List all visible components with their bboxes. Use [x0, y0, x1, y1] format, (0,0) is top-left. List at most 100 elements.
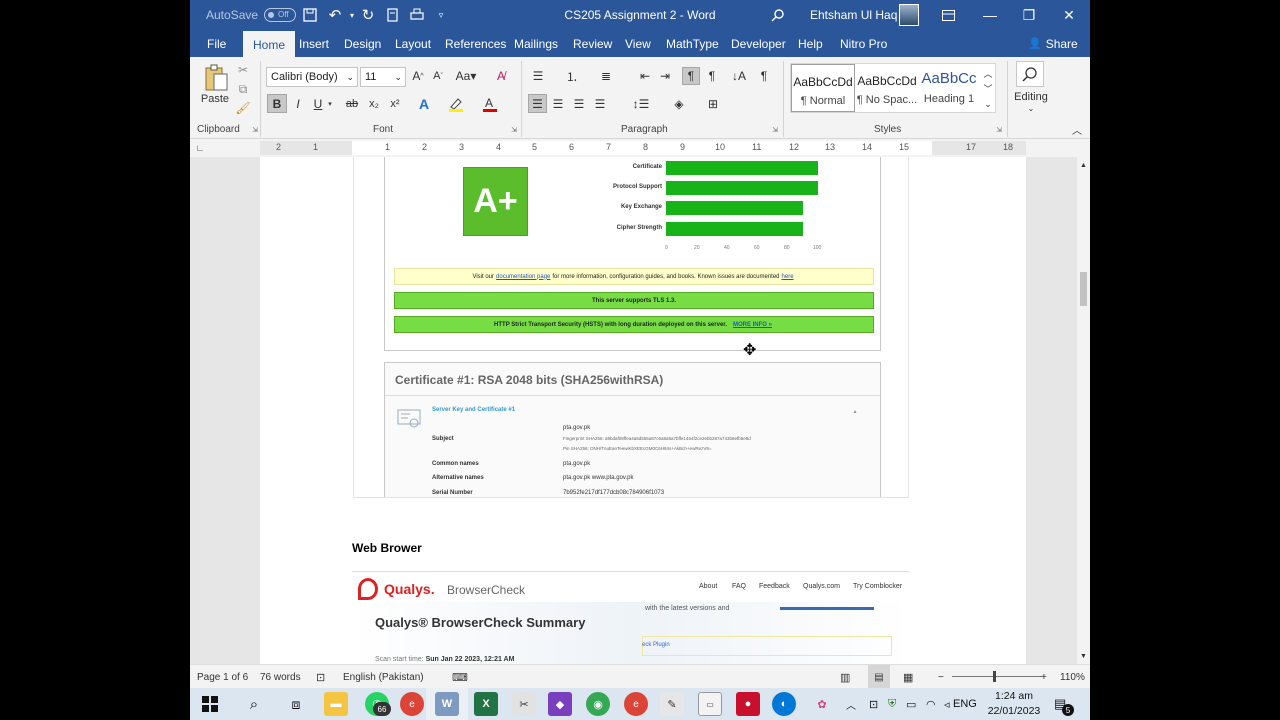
- tab-nitro-pro[interactable]: Nitro Pro: [840, 30, 887, 57]
- file-explorer-icon[interactable]: ▬: [324, 692, 348, 716]
- autosave-toggle[interactable]: AutoSave Off: [206, 0, 297, 30]
- zoom-out-button[interactable]: −: [938, 665, 944, 688]
- font-name-select[interactable]: Calibri (Body) ⌄: [266, 67, 358, 87]
- underline-dropdown-icon[interactable]: ▾: [326, 94, 334, 113]
- subscript-icon[interactable]: x₂: [366, 94, 382, 113]
- qualys-nav-qualys-com[interactable]: Qualys.com: [803, 583, 840, 590]
- text-effects-icon[interactable]: A: [414, 94, 434, 113]
- visual-studio-icon[interactable]: ◆: [548, 692, 572, 716]
- paste-button[interactable]: Paste: [200, 93, 230, 105]
- clipboard-launcher-icon[interactable]: ⇲: [250, 125, 260, 135]
- user-name[interactable]: Ehtsham Ul Haq: [810, 0, 897, 30]
- style-heading-1[interactable]: AaBbCc Heading 1: [919, 64, 979, 112]
- vertical-scrollbar[interactable]: ▲ ▼: [1077, 157, 1090, 664]
- tab-file[interactable]: File: [207, 30, 226, 57]
- wifi-icon[interactable]: ◠: [926, 688, 936, 720]
- close-button[interactable]: ✕: [1049, 0, 1089, 30]
- style-normal[interactable]: AaBbCcDd ¶ Normal: [791, 64, 855, 112]
- edge-icon[interactable]: ◐: [772, 692, 796, 716]
- taskbar-search-icon[interactable]: ⌕: [242, 692, 266, 716]
- font-size-select[interactable]: 11 ⌄: [360, 67, 406, 87]
- bullets-icon[interactable]: ☰: [528, 67, 548, 85]
- shrink-font-icon[interactable]: Aˇ: [430, 67, 446, 85]
- scroll-down-icon[interactable]: ▼: [1078, 651, 1089, 661]
- language-indicator[interactable]: English (Pakistan): [343, 665, 424, 688]
- change-case-icon[interactable]: Aa▾: [454, 67, 478, 85]
- paragraph-launcher-icon[interactable]: ⇲: [770, 125, 780, 135]
- qualys-plugin-link[interactable]: eck Plugin: [642, 642, 670, 648]
- tab-developer[interactable]: Developer: [731, 30, 786, 57]
- hsts-more-info-link[interactable]: MORE INFO »: [733, 322, 772, 328]
- customize-qat-icon[interactable]: ▿: [434, 0, 448, 30]
- undo-dropdown-icon[interactable]: ▾: [347, 0, 357, 30]
- shading-icon[interactable]: ◈: [668, 94, 690, 113]
- chrome-alt-icon[interactable]: e: [624, 692, 648, 716]
- document-area[interactable]: A+ Certificate Protocol Support Key Exch…: [190, 157, 1077, 664]
- undo-icon[interactable]: ↶: [325, 0, 345, 30]
- numbering-icon[interactable]: ⒈: [562, 67, 582, 85]
- tab-help[interactable]: Help: [798, 30, 823, 57]
- restore-button[interactable]: ❐: [1009, 0, 1049, 30]
- known-issues-link[interactable]: here: [782, 274, 794, 280]
- scroll-thumb[interactable]: [1080, 272, 1087, 306]
- rtl-direction-icon[interactable]: ¶: [704, 67, 720, 85]
- qualys-browsercheck-image[interactable]: Qualys. BrowserCheck About FAQ Feedback …: [352, 571, 909, 664]
- security-icon[interactable]: ⛨: [888, 688, 896, 720]
- qualys-nav-try-comblocker[interactable]: Try Comblocker: [853, 583, 902, 590]
- page-count[interactable]: Page 1 of 6: [197, 665, 248, 688]
- borders-icon[interactable]: ⊞: [702, 94, 724, 113]
- align-center-icon[interactable]: ☰: [549, 94, 567, 113]
- editing-button[interactable]: Editing: [1006, 90, 1056, 104]
- tab-view[interactable]: View: [625, 30, 651, 57]
- print-layout-icon[interactable]: ▤: [868, 665, 890, 688]
- styles-scroll-up-icon[interactable]: ︿: [981, 66, 995, 80]
- qualys-nav-feedback[interactable]: Feedback: [759, 583, 790, 590]
- qualys-nav-about[interactable]: About: [699, 583, 717, 590]
- style-no-spacing[interactable]: AaBbCcDd ¶ No Spac...: [855, 64, 919, 112]
- styles-more-icon[interactable]: ⌄: [981, 97, 995, 111]
- styles-launcher-icon[interactable]: ⇲: [994, 125, 1004, 135]
- minimize-button[interactable]: —: [970, 0, 1010, 30]
- collapse-ribbon-icon[interactable]: ︿: [1070, 123, 1084, 137]
- paste-icon[interactable]: [202, 63, 230, 93]
- image-editor-icon[interactable]: ✎: [660, 692, 684, 716]
- save-icon[interactable]: [300, 0, 320, 30]
- battery-icon[interactable]: ▭: [906, 688, 916, 720]
- justify-icon[interactable]: ☰: [591, 94, 609, 113]
- align-right-icon[interactable]: ☰: [570, 94, 588, 113]
- documentation-link[interactable]: documentation page: [496, 274, 550, 280]
- grow-font-icon[interactable]: A ^: [410, 67, 426, 85]
- horizontal-ruler[interactable]: 2 1 1 2 3 4 5 6 7 8 9 10 11 12 13 14 15 …: [260, 141, 1026, 155]
- ribbon-display-options-icon[interactable]: [938, 0, 958, 30]
- word-count[interactable]: 76 words: [260, 665, 301, 688]
- ssl-report-image[interactable]: A+ Certificate Protocol Support Key Exch…: [353, 157, 909, 498]
- collapse-icon[interactable]: ▴: [851, 407, 859, 415]
- zoom-in-button[interactable]: +: [1041, 665, 1047, 688]
- cut-icon[interactable]: ✂: [236, 63, 250, 77]
- tab-mathtype[interactable]: MathType: [666, 30, 719, 57]
- clear-formatting-icon[interactable]: A̸: [492, 67, 510, 85]
- copy-icon[interactable]: ⧉: [236, 82, 250, 96]
- device-icon[interactable]: ⊡: [869, 688, 878, 720]
- zoom-level[interactable]: 110%: [1060, 665, 1085, 688]
- font-color-icon[interactable]: A: [480, 94, 500, 113]
- scroll-up-icon[interactable]: ▲: [1078, 160, 1089, 170]
- autosave-switch[interactable]: Off: [264, 8, 297, 22]
- tab-design[interactable]: Design: [344, 30, 381, 57]
- increase-indent-icon[interactable]: ⇥: [656, 67, 674, 85]
- tab-references[interactable]: References: [445, 30, 506, 57]
- avatar[interactable]: [899, 4, 919, 26]
- tab-layout[interactable]: Layout: [395, 30, 431, 57]
- document-page[interactable]: A+ Certificate Protocol Support Key Exch…: [260, 157, 1026, 664]
- format-painter-qat-icon[interactable]: [383, 0, 403, 30]
- share-button[interactable]: 👤 Share: [1028, 30, 1078, 57]
- chevron-down-icon[interactable]: ⌄: [1026, 103, 1036, 113]
- accessibility-icon[interactable]: ⌨: [452, 665, 468, 688]
- tool-icon[interactable]: ✂: [512, 692, 536, 716]
- excel-icon[interactable]: X: [474, 692, 498, 716]
- underline-button[interactable]: U: [310, 94, 326, 113]
- zoom-slider[interactable]: [952, 676, 1042, 677]
- zoom-slider-thumb[interactable]: [993, 671, 996, 682]
- qualys-nav-faq[interactable]: FAQ: [732, 583, 746, 590]
- taskbar-clock[interactable]: 1:24 am 22/01/2023: [982, 688, 1046, 720]
